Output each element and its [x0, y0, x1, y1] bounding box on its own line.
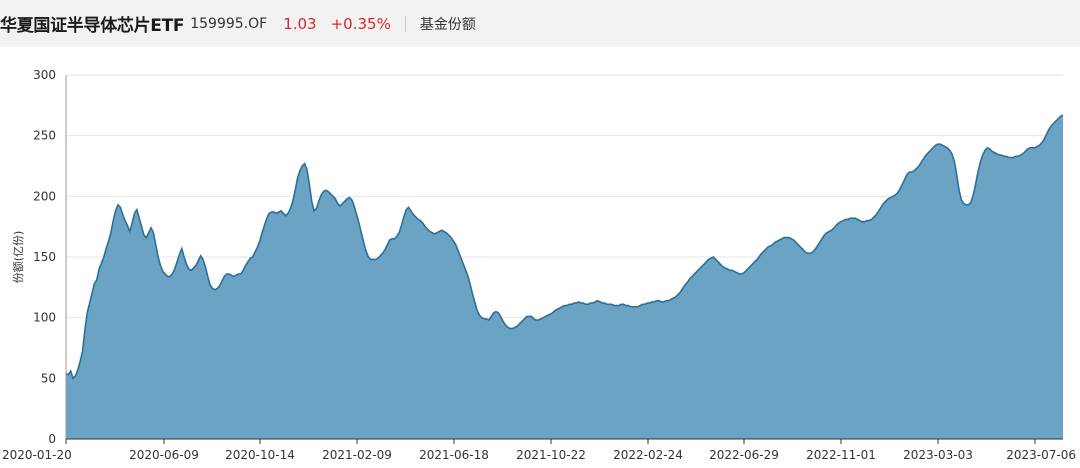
fund-header: 华夏国证半导体芯片ETF 159995.OF 1.03 +0.35% 基金份额: [0, 0, 1080, 47]
x-tick-label: 2022-02-24: [613, 448, 683, 462]
header-divider: [404, 15, 406, 32]
y-tick-label: 300: [33, 68, 56, 82]
y-tick-label: 0: [48, 432, 56, 446]
fund-price: 1.03: [283, 14, 317, 33]
y-tick-label: 50: [41, 371, 56, 385]
y-axis-label: 份额(亿份): [12, 231, 25, 284]
fund-shares-area-chart: 050100150200250300 2020-01-20 2020-06-09 2…: [2, 68, 1076, 462]
x-tick-label: 2020-06-09: [129, 448, 199, 462]
x-tick-label: 2021-06-18: [419, 448, 489, 462]
x-tick-label: 2021-02-09: [322, 448, 392, 462]
x-tick-label: 2022-11-01: [806, 448, 876, 462]
area-series-fund-shares: [66, 115, 1063, 439]
y-tick-label: 200: [33, 189, 56, 203]
x-tick-label: 2023-07-06: [1006, 448, 1076, 462]
x-tick-label: 2022-06-29: [709, 448, 779, 462]
metric-label-fund-shares[interactable]: 基金份额: [420, 14, 476, 34]
y-tick-label: 250: [33, 129, 56, 143]
x-axis-ticks: 2020-01-20 2020-06-09 2020-10-14 2021-02-09…: [2, 439, 1076, 462]
y-tick-label: 150: [33, 250, 56, 264]
x-tick-label: 2020-01-20: [2, 448, 72, 462]
fund-name[interactable]: 华夏国证半导体芯片ETF: [0, 11, 185, 36]
y-axis-ticks: 0 50 100 150 200 250 300: [33, 68, 56, 446]
x-tick-label: 2023-03-03: [903, 448, 973, 462]
fund-change-percent: +0.35%: [330, 14, 391, 33]
fund-code: 159995.OF: [190, 15, 268, 32]
x-tick-label: 2021-10-22: [516, 448, 586, 462]
y-tick-label: 100: [33, 311, 56, 325]
x-tick-label: 2020-10-14: [225, 448, 295, 462]
